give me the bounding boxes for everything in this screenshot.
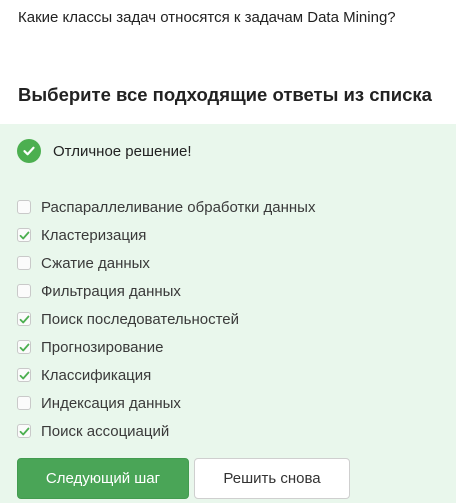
retry-button[interactable]: Решить снова: [194, 458, 350, 499]
checkmark-icon: [19, 231, 29, 239]
checkbox[interactable]: [17, 368, 31, 382]
checkbox[interactable]: [17, 200, 31, 214]
option-4[interactable]: Поиск последовательностей: [17, 305, 315, 333]
checkbox[interactable]: [17, 228, 31, 242]
checkbox[interactable]: [17, 396, 31, 410]
option-label: Прогнозирование: [41, 338, 164, 356]
option-5[interactable]: Прогнозирование: [17, 333, 315, 361]
option-3[interactable]: Фильтрация данных: [17, 277, 315, 305]
checkbox[interactable]: [17, 340, 31, 354]
option-label: Классификация: [41, 366, 152, 384]
question-text: Какие классы задач относятся к задачам D…: [18, 9, 396, 26]
result-message: Отличное решение!: [17, 139, 192, 163]
checkbox[interactable]: [17, 424, 31, 438]
checkbox[interactable]: [17, 256, 31, 270]
checkmark-icon: [19, 343, 29, 351]
checkmark-icon: [19, 427, 29, 435]
option-label: Индексация данных: [41, 394, 181, 412]
option-6[interactable]: Классификация: [17, 361, 315, 389]
option-label: Поиск последовательностей: [41, 310, 240, 328]
checkmark-icon: [19, 371, 29, 379]
checkmark-icon: [19, 315, 29, 323]
option-label: Кластеризация: [41, 226, 147, 244]
option-2[interactable]: Сжатие данных: [17, 249, 315, 277]
checkbox[interactable]: [17, 312, 31, 326]
option-label: Фильтрация данных: [41, 282, 181, 300]
option-8[interactable]: Поиск ассоциаций: [17, 417, 315, 445]
checkmark-circle-icon: [17, 139, 41, 163]
option-label: Распараллеливание обработки данных: [41, 198, 316, 216]
result-text: Отличное решение!: [53, 142, 192, 160]
prompt-title: Выберите все подходящие ответы из списка: [18, 84, 432, 105]
checkbox[interactable]: [17, 284, 31, 298]
option-7[interactable]: Индексация данных: [17, 389, 315, 417]
option-label: Поиск ассоциаций: [41, 422, 170, 440]
option-label: Сжатие данных: [41, 254, 150, 272]
option-0[interactable]: Распараллеливание обработки данных: [17, 193, 315, 221]
option-1[interactable]: Кластеризация: [17, 221, 315, 249]
next-step-button[interactable]: Следующий шаг: [17, 458, 189, 499]
options-list: Распараллеливание обработки данных Класт…: [17, 193, 315, 445]
